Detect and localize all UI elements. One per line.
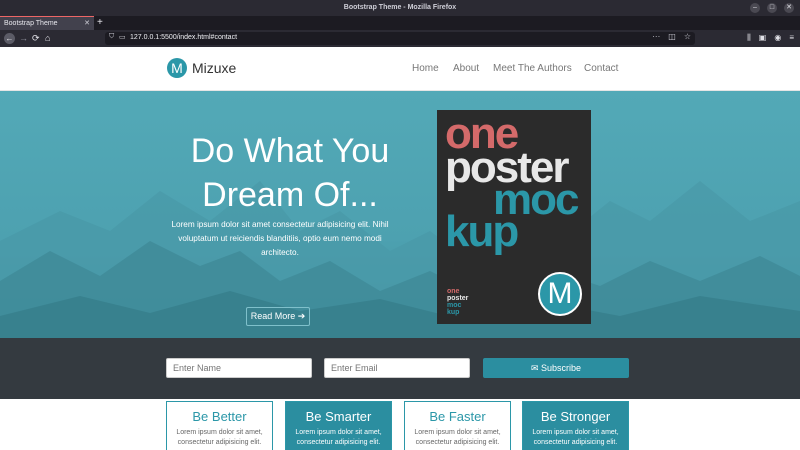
url-bar[interactable]: ⛉ ▭ 127.0.0.1:5500/index.html#contact ··… [105,32,695,45]
feature-text-line: Lorem ipsum dolor sit amet, [295,429,382,436]
shield-icon[interactable]: ⛉ [109,33,114,41]
home-icon[interactable]: ⌂ [45,33,50,44]
feature-title: Be Better [192,409,247,424]
subscribe-label: Subscribe [541,363,582,373]
feature-text: Lorem ipsum dolor sit amet, consectetur … [523,428,628,448]
nav-meet-the-authors[interactable]: Meet The Authors [493,63,572,74]
sidebar-icon[interactable]: ▣ [759,33,767,43]
feature-text-line: consectetur adipisicing elit. [533,439,618,446]
poster-logo-icon: M [538,272,582,316]
web-page: M Mizuxe Home About Meet The Authors Con… [0,47,800,450]
read-more-button[interactable]: Read More ➔ [246,307,310,326]
feature-text-line: Lorem ipsum dolor sit amet, [414,429,501,436]
new-tab-icon[interactable]: + [97,16,103,30]
brand-name: Mizuxe [192,60,237,76]
email-input[interactable] [324,358,470,378]
reload-icon[interactable]: ⟳ [32,33,40,44]
arrow-right-icon: ➔ [297,311,306,321]
envelope-open-icon: ✉ [530,363,539,373]
brand[interactable]: M Mizuxe [167,58,236,78]
tab-title: Bootstrap Theme [4,20,58,27]
feature-text-line: Lorem ipsum dolor sit amet, [176,429,263,436]
back-icon[interactable]: ← [4,33,15,44]
poster-word-kup: kup [445,207,519,256]
bookmark-star-icon[interactable]: ☆ [684,32,691,41]
tab-close-icon[interactable]: ✕ [84,17,90,30]
subscribe-button[interactable]: ✉ Subscribe [483,358,629,378]
toolbar-right: ⫼ ▣ ◉ ≡ [747,33,794,43]
hero-section: Do What You Dream Of... Lorem ipsum dolo… [0,91,800,338]
window-titlebar: Bootstrap Theme - Mozilla Firefox – □ ✕ [0,0,800,16]
library-icon[interactable]: ⫼ [747,33,751,43]
window-controls: – □ ✕ [750,3,794,13]
feature-text-line: Lorem ipsum dolor sit amet, [532,429,619,436]
feature-title: Be Faster [429,409,486,424]
url-actions: ··· ◫ ☆ [652,32,691,41]
page-actions-icon[interactable]: ··· [652,32,660,41]
feature-text: Lorem ipsum dolor sit amet, consectetur … [167,428,272,448]
poster-small-poster: poster [447,295,469,302]
feature-card-smarter: Be Smarter Lorem ipsum dolor sit amet, c… [285,401,392,450]
hero-text: Lorem ipsum dolor sit amet consectetur a… [171,220,389,257]
brand-logo-icon: M [167,58,187,78]
feature-title: Be Stronger [540,409,611,424]
feature-text: Lorem ipsum dolor sit amet, consectetur … [405,428,510,448]
feature-title: Be Smarter [305,409,372,424]
tab-strip: Bootstrap Theme ✕ + [0,16,800,30]
pocket-icon[interactable]: ◫ [668,32,676,41]
poster-small-one: one [447,288,460,295]
feature-card-better: Be Better Lorem ipsum dolor sit amet, co… [166,401,273,450]
window-title: Bootstrap Theme - Mozilla Firefox [343,4,457,11]
page-info-icon[interactable]: ▭ [119,33,126,41]
url-text[interactable]: 127.0.0.1:5500/index.html#contact [130,34,237,41]
feature-text-line: consectetur adipisicing elit. [296,439,381,446]
feature-text: Lorem ipsum dolor sit amet, consectetur … [286,428,391,448]
poster-small-moc: moc [447,302,462,309]
feature-card-stronger: Be Stronger Lorem ipsum dolor sit amet, … [522,401,629,450]
hero-title: Do What You Dream Of... [190,132,390,214]
nav-home[interactable]: Home [412,63,439,74]
browser-toolbar: ← → ⟳ ⌂ ⛉ ▭ 127.0.0.1:5500/index.html#co… [0,30,800,47]
minimize-button[interactable]: – [750,3,760,13]
subscribe-section: ✉ Subscribe [0,338,800,399]
feature-card-faster: Be Faster Lorem ipsum dolor sit amet, co… [404,401,511,450]
forward-icon[interactable]: → [19,33,28,44]
features-section: Be Better Lorem ipsum dolor sit amet, co… [0,399,800,450]
nav-about[interactable]: About [453,63,479,74]
poster-small-text: one poster moc kup [447,288,468,316]
feature-text-line: consectetur adipisicing elit. [415,439,500,446]
account-icon[interactable]: ◉ [774,33,781,43]
menu-icon[interactable]: ≡ [789,33,794,43]
maximize-button[interactable]: □ [767,3,777,13]
name-input[interactable] [166,358,312,378]
site-header: M Mizuxe Home About Meet The Authors Con… [0,47,800,91]
tab-bootstrap-theme[interactable]: Bootstrap Theme ✕ [0,16,94,30]
read-more-label: Read More [250,311,296,321]
poster-small-kup: kup [447,309,460,316]
poster-mockup-image: one poster moc kup one poster moc kup M [437,110,591,324]
nav-contact[interactable]: Contact [584,63,618,74]
close-window-button[interactable]: ✕ [784,3,794,13]
feature-text-line: consectetur adipisicing elit. [177,439,262,446]
